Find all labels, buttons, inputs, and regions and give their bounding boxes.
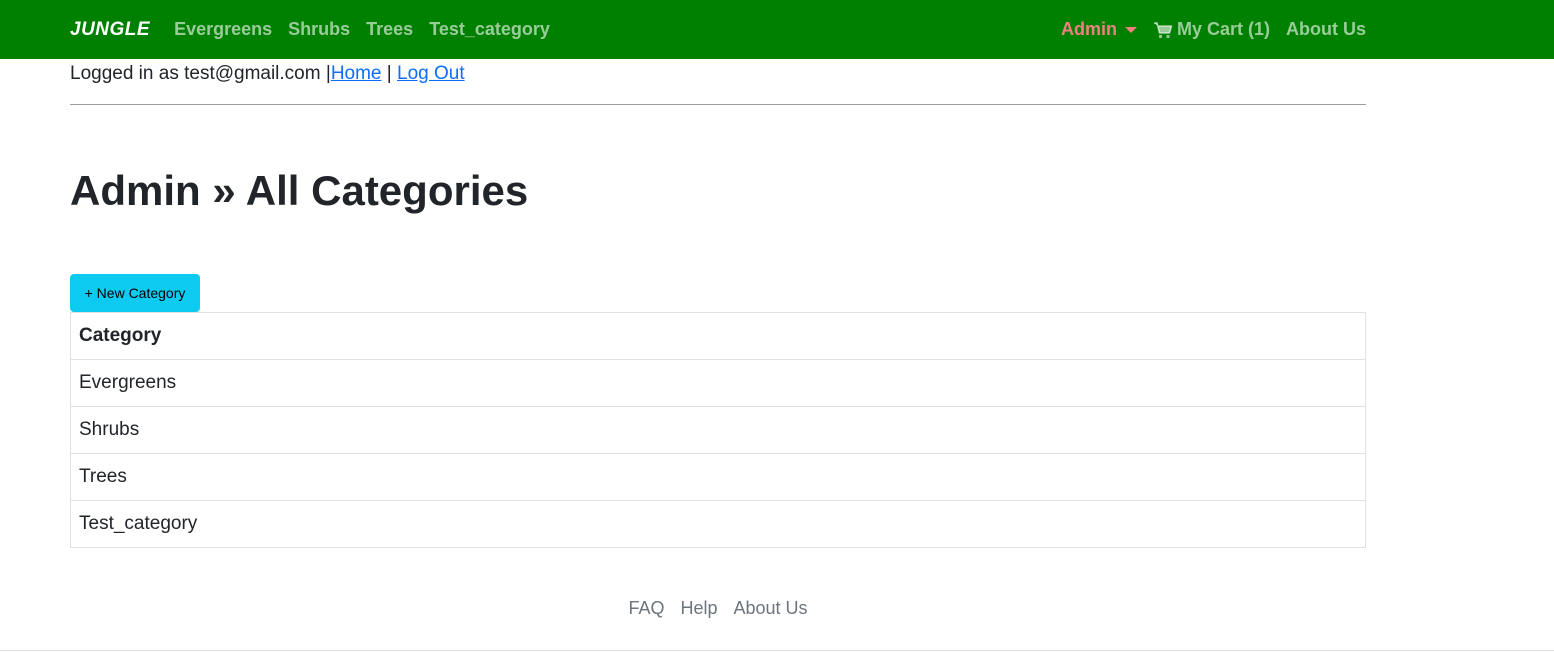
home-link[interactable]: Home [331,63,382,84]
navbar-inner: JUNGLE Evergreens Shrubs Trees Test_cate… [70,0,1366,59]
nav-about-us[interactable]: About Us [1286,19,1366,40]
login-status-bar: Logged in as test@gmail.com |Home | Log … [70,62,1366,105]
navbar-left: JUNGLE Evergreens Shrubs Trees Test_cate… [70,19,566,41]
admin-dropdown-label: Admin [1060,19,1117,39]
footer-divider [0,650,1554,651]
caret-down-icon [1124,26,1137,33]
footer-about-link[interactable]: About Us [734,598,808,619]
logout-link[interactable]: Log Out [397,63,465,84]
my-cart-label: My Cart (1) [1176,19,1270,39]
category-cell: Evergreens [70,359,1366,407]
new-category-button[interactable]: + New Category [70,274,200,312]
separator: | [386,63,392,84]
category-cell: Trees [70,453,1366,501]
nav-category-shrubs[interactable]: Shrubs [288,19,350,40]
category-cell: Shrubs [70,406,1366,454]
table-row: Evergreens [70,359,1366,407]
nav-category-trees[interactable]: Trees [366,19,413,40]
my-cart-link[interactable]: My Cart (1) [1153,19,1270,40]
category-cell: Test_category [70,500,1366,548]
navbar-right: Admin My Cart (1) About Us [1061,19,1366,40]
table-row: Trees [70,453,1366,501]
top-navbar: JUNGLE Evergreens Shrubs Trees Test_cate… [0,0,1554,59]
admin-dropdown[interactable]: Admin [1061,19,1137,40]
footer-links: FAQ Help About Us [0,598,1436,619]
categories-table: Category Evergreens Shrubs Trees Test_ca… [70,312,1366,548]
nav-category-test-category[interactable]: Test_category [429,19,550,40]
column-header-category: Category [70,312,1366,360]
footer-help-link[interactable]: Help [680,598,717,619]
table-header-row: Category [70,312,1366,360]
shopping-cart-icon [1153,21,1173,38]
login-status-text: Logged in as test@gmail.com [70,63,321,84]
brand-logo[interactable]: JUNGLE [70,19,150,41]
table-row: Test_category [70,500,1366,548]
page-title: Admin » All Categories [70,167,529,214]
nav-category-evergreens[interactable]: Evergreens [174,19,272,40]
table-row: Shrubs [70,406,1366,454]
footer-faq-link[interactable]: FAQ [628,598,664,619]
